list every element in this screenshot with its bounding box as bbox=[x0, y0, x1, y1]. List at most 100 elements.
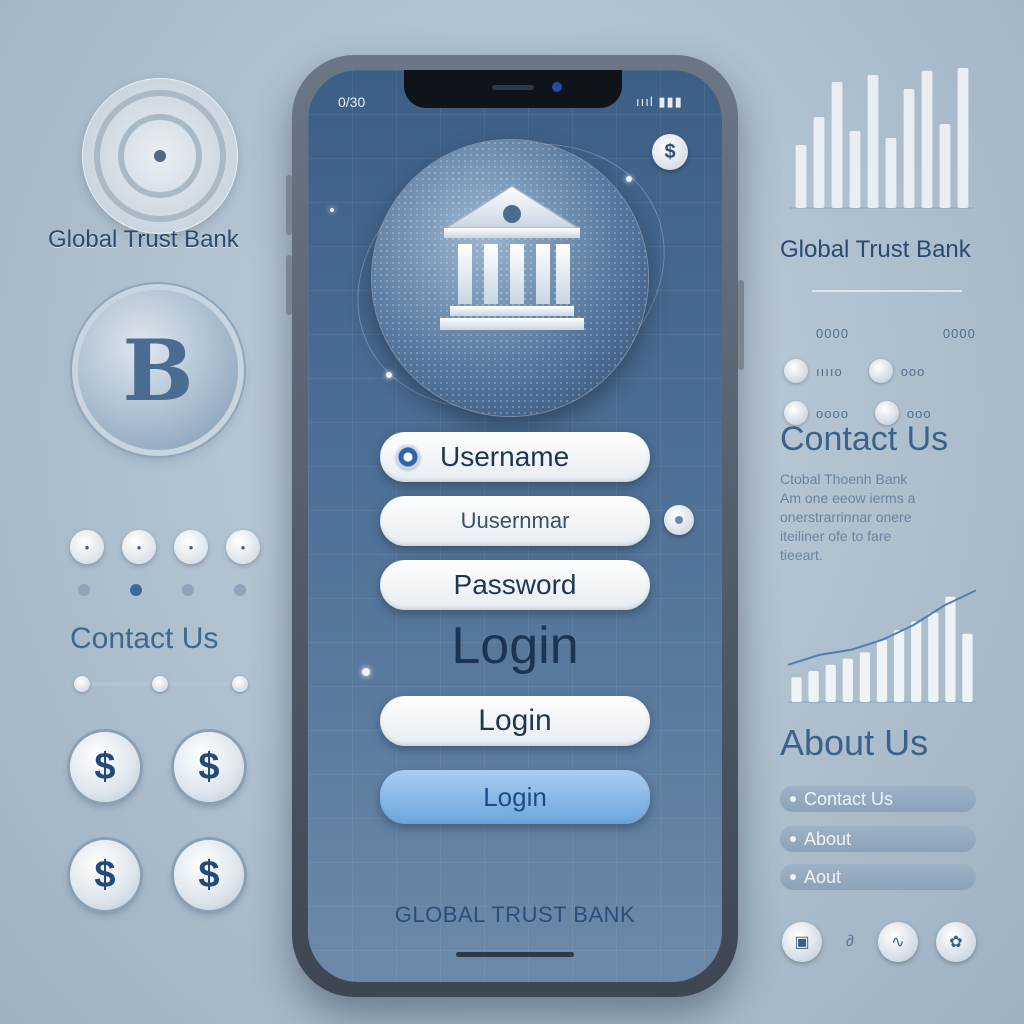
toggle-dot-button[interactable] bbox=[664, 505, 694, 535]
slider-knob[interactable] bbox=[232, 676, 248, 692]
chart-bar bbox=[791, 677, 802, 702]
dollar-coin-icon[interactable]: $ bbox=[174, 732, 244, 802]
chart-bar bbox=[876, 640, 888, 702]
login-button-label: Login bbox=[478, 704, 552, 737]
sparkle-icon bbox=[362, 668, 370, 676]
menu-pill-about[interactable]: About bbox=[780, 826, 976, 852]
icon-row: ııııo ooo bbox=[784, 359, 980, 383]
contact-us-link-left[interactable]: Contact Us bbox=[70, 622, 218, 656]
chart-bar bbox=[962, 633, 973, 702]
icon-row-text: ooo bbox=[906, 405, 932, 421]
status-time: 0/30 bbox=[338, 94, 366, 110]
login-heading: Login bbox=[451, 617, 579, 675]
speaker-grill bbox=[492, 85, 534, 90]
mini-button-4[interactable]: • bbox=[226, 530, 260, 564]
mini-indicator-row bbox=[78, 584, 246, 596]
chart-bar bbox=[903, 89, 915, 208]
glyph-icon[interactable]: ∂ bbox=[840, 932, 860, 952]
chart-bar bbox=[921, 70, 933, 208]
blurb-line: iteiliner ofe to fare bbox=[780, 528, 892, 544]
divider bbox=[812, 290, 962, 292]
blurb-line: onerstrarrinnar onere bbox=[780, 509, 912, 525]
swirl-icon[interactable]: ∿ bbox=[878, 922, 918, 962]
icon-row: 0000 0000 bbox=[816, 326, 980, 341]
bottom-icon-row: ▣ ∂ ∿ ✿ bbox=[782, 922, 976, 962]
chart-bar bbox=[825, 664, 836, 702]
chart-bar bbox=[885, 138, 897, 208]
phone-notch bbox=[404, 70, 622, 108]
dollar-coin-icon[interactable]: $ bbox=[70, 840, 140, 910]
brand-footer-phone: GLOBAL TRUST BANK bbox=[394, 902, 636, 927]
brand-name-left: Global Trust Bank bbox=[48, 226, 239, 253]
mini-button-row: • • • • bbox=[70, 530, 260, 564]
blurb-line: tieeart. bbox=[780, 547, 823, 563]
coin-symbol: B bbox=[122, 320, 194, 420]
phone-side-button bbox=[286, 255, 292, 315]
slider-track[interactable] bbox=[72, 676, 252, 692]
contact-blurb: Ctobal Thoenh Bank Am one eeow ierms a o… bbox=[780, 470, 976, 565]
chart-bar bbox=[928, 612, 939, 702]
bar-chart-top bbox=[790, 68, 974, 209]
chart-bar bbox=[813, 117, 825, 208]
login-button-primary[interactable]: Login bbox=[380, 770, 650, 824]
username-field-secondary[interactable]: Uusernmar bbox=[380, 496, 650, 546]
mini-button-2[interactable]: • bbox=[122, 530, 156, 564]
indicator-dot bbox=[130, 584, 142, 596]
username-field-primary[interactable]: Username bbox=[380, 432, 650, 482]
icon-row-text: ııııo bbox=[816, 363, 843, 379]
target-emblem-icon bbox=[82, 78, 238, 234]
settings-icon[interactable]: ✿ bbox=[936, 922, 976, 962]
home-indicator[interactable] bbox=[456, 952, 574, 957]
icon-row-text: 0000 bbox=[942, 326, 976, 341]
chart-bar bbox=[849, 131, 861, 208]
icon-row-text: 0000 bbox=[816, 326, 849, 341]
bank-building-icon bbox=[440, 185, 584, 330]
toggle-dot bbox=[675, 516, 683, 524]
camera-icon bbox=[552, 82, 562, 92]
growth-chart-bottom bbox=[787, 589, 977, 703]
username-label: Username bbox=[440, 441, 570, 472]
mini-button-3[interactable]: • bbox=[174, 530, 208, 564]
login-primary-label: Login bbox=[483, 781, 547, 812]
sparkle-icon bbox=[626, 176, 632, 182]
dollar-coin-grid: $ $ $ $ bbox=[70, 732, 256, 928]
chart-bar bbox=[795, 145, 807, 208]
sparkle-icon bbox=[330, 208, 334, 212]
crypto-coin-icon: B bbox=[78, 290, 238, 450]
phone-side-button bbox=[286, 175, 292, 235]
chart-bar bbox=[842, 658, 853, 702]
chart-bar bbox=[808, 671, 819, 702]
login-button-secondary[interactable]: Login bbox=[380, 696, 650, 746]
slider-knob[interactable] bbox=[152, 676, 168, 692]
contact-us-heading-right[interactable]: Contact Us bbox=[780, 420, 948, 459]
option-icon[interactable] bbox=[868, 359, 893, 383]
indicator-dot bbox=[234, 584, 246, 596]
chart-bar bbox=[939, 124, 951, 208]
status-signal-battery-icon: ıııl ▮▮▮ bbox=[636, 94, 683, 109]
chart-bar bbox=[945, 596, 956, 702]
dollar-coin-icon[interactable]: $ bbox=[70, 732, 140, 802]
icon-row-text: oooo bbox=[816, 405, 849, 421]
indicator-dot bbox=[182, 584, 194, 596]
dollar-coin-icon[interactable]: $ bbox=[174, 840, 244, 910]
chart-bar bbox=[859, 652, 871, 702]
mini-button-1[interactable]: • bbox=[70, 530, 104, 564]
chart-bar bbox=[831, 82, 843, 208]
dollar-badge-icon[interactable]: $ bbox=[652, 134, 688, 170]
blurb-line: Ctobal Thoenh Bank bbox=[780, 471, 908, 487]
option-icon[interactable] bbox=[784, 359, 808, 383]
brand-name-right: Global Trust Bank bbox=[780, 236, 971, 263]
menu-pill-contact[interactable]: Contact Us bbox=[780, 786, 976, 812]
square-icon[interactable]: ▣ bbox=[782, 922, 822, 962]
slider-knob[interactable] bbox=[74, 676, 90, 692]
indicator-dot bbox=[78, 584, 90, 596]
target-center-dot bbox=[154, 150, 166, 162]
chart-bar bbox=[867, 75, 879, 208]
chart-bar bbox=[911, 621, 922, 702]
icon-row-text: ooo bbox=[900, 363, 926, 379]
password-field[interactable]: Password bbox=[380, 560, 650, 610]
menu-pill-aout[interactable]: Aout bbox=[780, 864, 976, 890]
chart-bar bbox=[957, 68, 969, 208]
about-us-heading[interactable]: About Us bbox=[780, 722, 928, 764]
radio-icon[interactable] bbox=[396, 445, 420, 469]
